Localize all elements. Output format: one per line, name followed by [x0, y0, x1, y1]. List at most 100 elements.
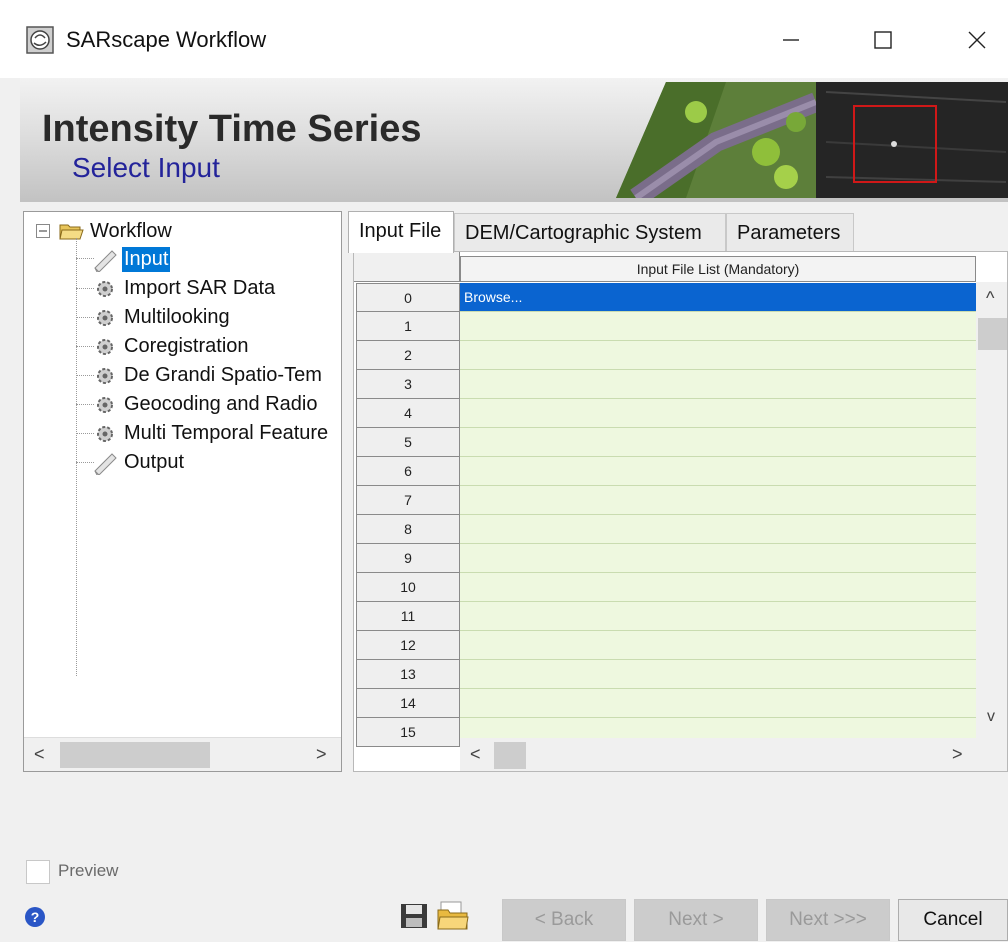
- scrollbar-thumb[interactable]: [60, 742, 210, 768]
- row-header[interactable]: 12: [356, 631, 460, 660]
- row-header[interactable]: 7: [356, 486, 460, 515]
- tree-item-input[interactable]: Input: [92, 245, 171, 273]
- tree-item-label: Geocoding and Radio: [124, 392, 318, 415]
- row-header[interactable]: 8: [356, 515, 460, 544]
- table-cell[interactable]: [460, 689, 976, 718]
- tree-item-coregistration[interactable]: Coregistration: [92, 332, 251, 360]
- scroll-left-icon[interactable]: <: [470, 744, 481, 765]
- tree-item-de-grandi[interactable]: De Grandi Spatio-Tem: [92, 361, 324, 389]
- row-header[interactable]: 1: [356, 312, 460, 341]
- row-header[interactable]: 6: [356, 457, 460, 486]
- table-cell[interactable]: [460, 515, 976, 544]
- page-subtitle: Select Input: [72, 152, 220, 183]
- tab-input-file[interactable]: Input File: [348, 211, 454, 253]
- minimize-button[interactable]: [766, 18, 816, 62]
- svg-text:?: ?: [31, 909, 40, 925]
- tree-horizontal-scrollbar[interactable]: < >: [24, 737, 341, 771]
- row-header[interactable]: 11: [356, 602, 460, 631]
- tree-item-import-sar-data[interactable]: Import SAR Data: [92, 274, 277, 302]
- gear-icon: [97, 310, 113, 326]
- close-icon: [968, 31, 986, 49]
- table-cell[interactable]: [460, 544, 976, 573]
- table-cell[interactable]: [460, 428, 976, 457]
- save-icon[interactable]: [400, 903, 428, 929]
- pencil-icon: [94, 250, 117, 272]
- table-cell[interactable]: [460, 602, 976, 631]
- table-cell[interactable]: [460, 660, 976, 689]
- folder-open-icon: [59, 224, 84, 240]
- scroll-up-icon[interactable]: ^: [986, 288, 994, 309]
- scrollbar-thumb[interactable]: [494, 742, 526, 769]
- title-bar: SARscape Workflow: [0, 0, 1008, 78]
- tree-item-label: De Grandi Spatio-Tem: [124, 363, 322, 386]
- table-horizontal-scrollbar[interactable]: < >: [460, 738, 1007, 771]
- browse-cell[interactable]: Browse...: [460, 283, 976, 312]
- gear-icon: [97, 397, 113, 413]
- row-header[interactable]: 0: [356, 283, 460, 312]
- maximize-icon: [874, 31, 892, 49]
- collapse-toggle-icon[interactable]: [36, 224, 50, 238]
- scroll-right-icon[interactable]: >: [952, 744, 963, 765]
- window-title: SARscape Workflow: [66, 27, 267, 52]
- tab-parameters[interactable]: Parameters: [726, 213, 854, 253]
- tree-item-multi-temporal-feature[interactable]: Multi Temporal Feature: [92, 419, 330, 447]
- row-header[interactable]: 2: [356, 341, 460, 370]
- table-cell[interactable]: [460, 370, 976, 399]
- scroll-left-icon[interactable]: <: [34, 744, 45, 765]
- table-cell[interactable]: [460, 341, 976, 370]
- gear-icon: [97, 426, 113, 442]
- row-header[interactable]: 5: [356, 428, 460, 457]
- table-vertical-scrollbar[interactable]: ^ v: [976, 282, 1007, 738]
- close-button[interactable]: [952, 18, 1002, 62]
- row-header[interactable]: 13: [356, 660, 460, 689]
- maximize-button[interactable]: [858, 18, 908, 62]
- tree-connector: [76, 238, 77, 676]
- row-header[interactable]: 14: [356, 689, 460, 718]
- table-corner: [354, 252, 460, 282]
- cancel-button[interactable]: Cancel: [898, 899, 1008, 941]
- pencil-icon: [94, 453, 117, 475]
- preview-checkbox[interactable]: [26, 860, 50, 884]
- tree-item-label: Multi Temporal Feature: [124, 421, 329, 444]
- scroll-right-icon[interactable]: >: [316, 744, 327, 765]
- table-cell[interactable]: [460, 312, 976, 341]
- table-cell[interactable]: [460, 399, 976, 428]
- gear-icon: [97, 368, 113, 384]
- column-header[interactable]: Input File List (Mandatory): [460, 256, 976, 282]
- tree-item-label: Input: [122, 246, 171, 272]
- tree-item-multilooking[interactable]: Multilooking: [92, 303, 232, 331]
- workflow-tree[interactable]: Workflow Input Import SAR Data Multilook…: [23, 211, 342, 772]
- row-header[interactable]: 9: [356, 544, 460, 573]
- minimize-icon: [783, 39, 799, 41]
- tab-dem-cartographic-system[interactable]: DEM/Cartographic System: [454, 213, 726, 253]
- scrollbar-thumb[interactable]: [978, 318, 1007, 350]
- page-title: Intensity Time Series: [42, 108, 422, 150]
- help-icon[interactable]: ?: [24, 906, 46, 928]
- next-all-button[interactable]: Next >>>: [766, 899, 890, 941]
- tree-item-label: Coregistration: [124, 334, 249, 357]
- tree-root-label: Workflow: [90, 219, 172, 242]
- tree-item-label: Output: [124, 450, 185, 473]
- table-cell[interactable]: [460, 486, 976, 515]
- next-button[interactable]: Next >: [634, 899, 758, 941]
- back-button[interactable]: < Back: [502, 899, 626, 941]
- input-file-table: Input File List (Mandatory) 0 Browse... 1 2…: [353, 251, 1008, 772]
- tree-item-geocoding[interactable]: Geocoding and Radio: [92, 390, 319, 418]
- row-header[interactable]: 4: [356, 399, 460, 428]
- tree-item-output[interactable]: Output: [92, 448, 186, 476]
- banner-satellite-image: [616, 82, 1008, 198]
- app-icon: [26, 26, 54, 54]
- row-header[interactable]: 3: [356, 370, 460, 399]
- open-folder-icon[interactable]: [437, 900, 469, 930]
- table-cell[interactable]: [460, 573, 976, 602]
- table-cell[interactable]: [460, 631, 976, 660]
- tree-item-label: Multilooking: [124, 305, 230, 328]
- scroll-down-icon[interactable]: v: [987, 708, 995, 726]
- preview-label: Preview: [58, 861, 119, 880]
- row-header[interactable]: 15: [356, 718, 460, 747]
- table-cell[interactable]: [460, 457, 976, 486]
- header-banner: Intensity Time Series Select Input: [20, 78, 1008, 202]
- row-header[interactable]: 10: [356, 573, 460, 602]
- gear-icon: [97, 339, 113, 355]
- tree-item-label: Import SAR Data: [124, 276, 276, 299]
